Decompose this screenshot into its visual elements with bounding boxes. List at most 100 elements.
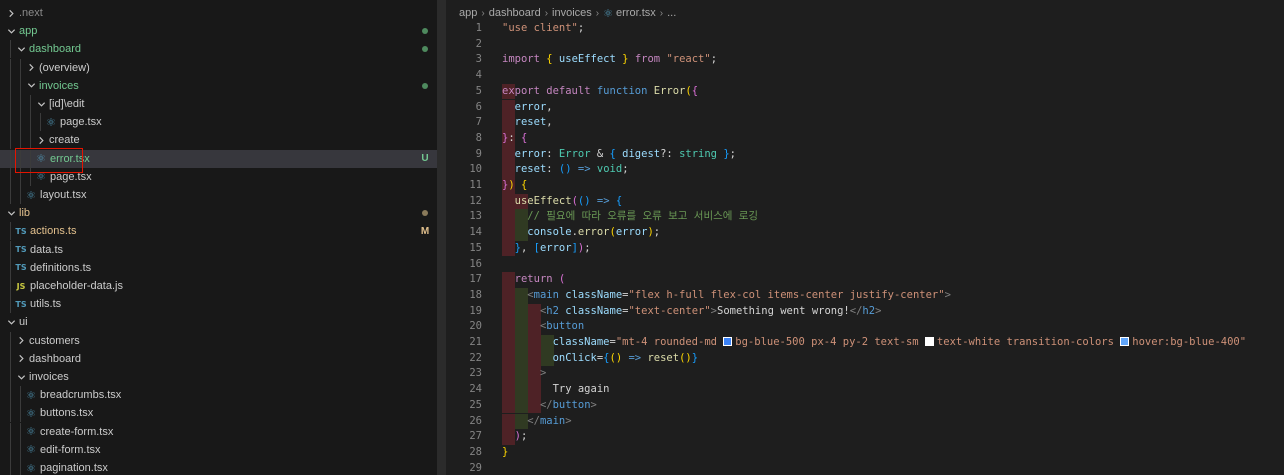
chevron-right-icon[interactable] xyxy=(5,9,17,18)
file-item[interactable]: ⚛ layout.tsx xyxy=(0,186,437,204)
folder-item[interactable]: ui xyxy=(0,313,437,331)
breadcrumb-item[interactable]: dashboard xyxy=(489,7,541,19)
code-line[interactable]: 15 }, [error]); xyxy=(446,240,1284,257)
file-item[interactable]: ⚛ edit-form.tsx xyxy=(0,440,437,459)
sidebar-divider[interactable] xyxy=(437,0,446,475)
chevron-right-icon[interactable] xyxy=(25,63,37,72)
code-line[interactable]: 17 return ( xyxy=(446,272,1284,288)
color-swatch-icon[interactable] xyxy=(723,337,733,346)
chevron-down-icon[interactable] xyxy=(5,318,17,327)
chevron-right-icon[interactable] xyxy=(35,136,47,145)
code-line[interactable]: 11}) { xyxy=(446,178,1284,194)
code-line[interactable]: 26 </main> xyxy=(446,413,1284,430)
code-line[interactable]: 3 import { useEffect } from "react"; xyxy=(446,52,1284,68)
code-line[interactable]: 25 </button> xyxy=(446,397,1284,414)
line-number: 1 xyxy=(475,22,482,34)
file-item[interactable]: ⚛ pagination.tsx xyxy=(0,459,437,475)
code-line[interactable]: 1 "use client"; xyxy=(446,21,1284,37)
code-text: }) { xyxy=(502,179,528,191)
folder-item[interactable]: dashboard xyxy=(0,40,437,59)
folder-item[interactable]: create xyxy=(0,131,437,150)
chevron-down-icon[interactable] xyxy=(35,100,47,109)
breadcrumb-item[interactable]: ... xyxy=(667,7,676,19)
line-number: 27 xyxy=(469,430,482,443)
indent-guide xyxy=(10,258,11,277)
indent-guide xyxy=(10,331,11,350)
code-line[interactable]: 10 reset: () => void; xyxy=(446,162,1284,178)
code-line[interactable]: 28} xyxy=(446,445,1284,461)
chevron-down-icon[interactable] xyxy=(5,27,17,36)
file-item[interactable]: TS actions.ts M xyxy=(0,222,437,241)
color-swatch-icon[interactable] xyxy=(1120,337,1130,346)
code-line[interactable]: 19 <h2 className="text-center">Something… xyxy=(446,303,1284,320)
code-text: "use client"; xyxy=(502,22,585,34)
code-line[interactable]: 9 error: Error & { digest?: string }; xyxy=(446,146,1284,163)
folder-item[interactable]: invoices xyxy=(0,76,437,95)
folder-item[interactable]: dashboard xyxy=(0,349,437,368)
code-line[interactable]: 13 // 필요에 따라 오류를 오류 보고 서비스에 로깅 xyxy=(446,209,1284,226)
code-line[interactable]: 4 xyxy=(446,68,1284,84)
code-line[interactable]: 29 xyxy=(446,461,1284,475)
code-line[interactable]: 20 <button xyxy=(446,319,1284,335)
breadcrumb-separator-icon: › xyxy=(659,7,664,19)
code-line[interactable]: 24 Try again xyxy=(446,382,1284,398)
breadcrumb-item[interactable]: app xyxy=(459,7,477,19)
code-line[interactable]: 7 reset, xyxy=(446,115,1284,131)
tree-item-label: utils.ts xyxy=(30,298,62,311)
line-number: 10 xyxy=(469,163,482,176)
line-number: 12 xyxy=(469,194,482,207)
indent-guide xyxy=(20,186,21,204)
code-line[interactable]: 27 ); xyxy=(446,429,1284,445)
code-text: ); xyxy=(514,430,528,443)
folder-item[interactable]: customers xyxy=(0,331,437,350)
react-file-icon: ⚛ xyxy=(26,388,36,402)
folder-item[interactable]: app xyxy=(0,22,437,40)
code-line[interactable]: 16 xyxy=(446,257,1284,273)
code-line[interactable]: 22 onClick={() => reset()} xyxy=(446,350,1284,367)
javascript-file-icon: JS xyxy=(16,281,26,291)
code-text: export default function Error({ xyxy=(502,84,699,97)
chevron-right-icon[interactable] xyxy=(15,354,27,363)
file-item[interactable]: ⚛ buttons.tsx xyxy=(0,404,437,423)
code-line[interactable]: 18 <main className="flex h-full flex-col… xyxy=(446,287,1284,304)
line-number: 28 xyxy=(469,445,482,458)
code-line[interactable]: 21 className="mt-4 rounded-md bg-blue-50… xyxy=(446,335,1284,351)
file-item[interactable]: JS placeholder-data.js xyxy=(0,277,437,295)
git-status-dot xyxy=(419,40,431,58)
breadcrumb-separator-icon: › xyxy=(481,7,485,19)
code-line[interactable]: 2 xyxy=(446,37,1284,53)
color-swatch-icon[interactable] xyxy=(924,337,934,346)
breadcrumb-item[interactable]: invoices xyxy=(552,7,592,19)
code-line[interactable]: 23 > xyxy=(446,366,1284,383)
indent-guide xyxy=(10,240,11,259)
chevron-down-icon[interactable] xyxy=(15,45,27,54)
code-line[interactable]: 5 export default function Error({ xyxy=(446,83,1284,100)
folder-item[interactable]: .next xyxy=(0,4,437,22)
indent-guide xyxy=(30,113,31,132)
file-item[interactable]: TS data.ts xyxy=(0,240,437,259)
react-file-icon: ⚛ xyxy=(26,188,36,202)
code-text: > xyxy=(539,367,547,380)
breadcrumb-item[interactable]: error.tsx xyxy=(616,7,656,19)
code-line[interactable]: 12 useEffect(() => { xyxy=(446,193,1284,210)
file-item[interactable]: TS definitions.ts xyxy=(0,258,437,277)
chevron-down-icon[interactable] xyxy=(25,81,37,90)
code-editor[interactable]: app › dashboard › invoices › ⚛ error.tsx ›... 1 "… xyxy=(446,0,1284,475)
chevron-right-icon[interactable] xyxy=(15,336,27,345)
code-line[interactable]: 6 error, xyxy=(446,99,1284,116)
file-item[interactable]: TS utils.ts xyxy=(0,295,437,314)
code-line[interactable]: 14 console.error(error); xyxy=(446,225,1284,241)
folder-item[interactable]: [id]\edit xyxy=(0,95,437,113)
code-line[interactable]: 8}: { xyxy=(446,130,1284,147)
tree-item-label: data.ts xyxy=(30,243,64,256)
chevron-down-icon[interactable] xyxy=(15,373,27,382)
code-text: className="mt-4 rounded-md bg-blue-500 p… xyxy=(552,336,1247,348)
file-item[interactable]: ⚛ create-form.tsx xyxy=(0,422,437,441)
file-item[interactable]: ⚛ breadcrumbs.tsx xyxy=(0,386,437,405)
chevron-down-icon[interactable] xyxy=(5,209,17,218)
react-file-icon: ⚛ xyxy=(603,7,614,20)
folder-item[interactable]: lib xyxy=(0,204,437,222)
folder-item[interactable]: (overview) xyxy=(0,58,437,77)
file-item[interactable]: ⚛ page.tsx xyxy=(0,113,437,132)
folder-item[interactable]: invoices xyxy=(0,368,437,386)
